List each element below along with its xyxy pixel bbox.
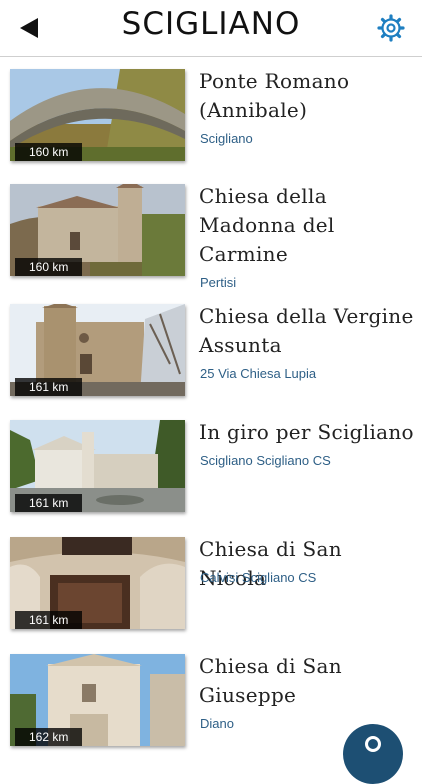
place-photo: 160 km xyxy=(10,69,185,161)
place-name: Chiesa della Madonna del Carmine xyxy=(199,184,335,266)
distance-badge: 161 km xyxy=(15,494,83,512)
place-name: Ponte Romano (Annibale) xyxy=(199,69,350,122)
list-item[interactable]: 161 km Chiesa di San Nicola Calvisi Scig… xyxy=(0,525,422,637)
place-photo: 162 km xyxy=(10,654,185,746)
place-location: Calvisi Scigliano CS xyxy=(200,570,317,585)
gear-icon[interactable] xyxy=(377,14,405,42)
place-location: Scigliano Scigliano CS xyxy=(200,453,331,468)
place-name: Chiesa della Vergine Assunta xyxy=(199,304,414,357)
distance-badge: 160 km xyxy=(15,143,83,161)
distance-badge: 162 km xyxy=(15,728,83,746)
place-name: Chiesa di San Giuseppe xyxy=(199,654,342,707)
place-location: Pertisi xyxy=(200,275,237,290)
distance-badge: 161 km xyxy=(15,378,83,396)
place-location: 25 Via Chiesa Lupia xyxy=(200,366,317,381)
place-photo: 161 km xyxy=(10,304,185,396)
place-name: In giro per Scigliano xyxy=(199,420,414,444)
place-photo: 161 km xyxy=(10,420,185,512)
page-title: SCIGLIANO xyxy=(121,6,301,42)
distance-badge: 160 km xyxy=(15,258,83,276)
place-photo: 161 km xyxy=(10,537,185,629)
top-bar: SCIGLIANO xyxy=(0,0,422,57)
distance-badge: 161 km xyxy=(15,611,83,629)
list-item[interactable]: 160 km Ponte Romano (Annibale) Scigliano xyxy=(0,57,422,169)
place-photo: 160 km xyxy=(10,184,185,276)
list-item[interactable]: 161 km Chiesa della Vergine Assunta 25 V… xyxy=(0,292,422,404)
map-fab-button[interactable] xyxy=(343,724,403,784)
place-location: Diano xyxy=(200,716,234,731)
place-location: Scigliano xyxy=(200,131,253,146)
list-item[interactable]: 160 km Chiesa della Madonna del Carmine … xyxy=(0,172,422,290)
list-item[interactable]: 161 km In giro per Scigliano Scigliano S… xyxy=(0,408,422,520)
